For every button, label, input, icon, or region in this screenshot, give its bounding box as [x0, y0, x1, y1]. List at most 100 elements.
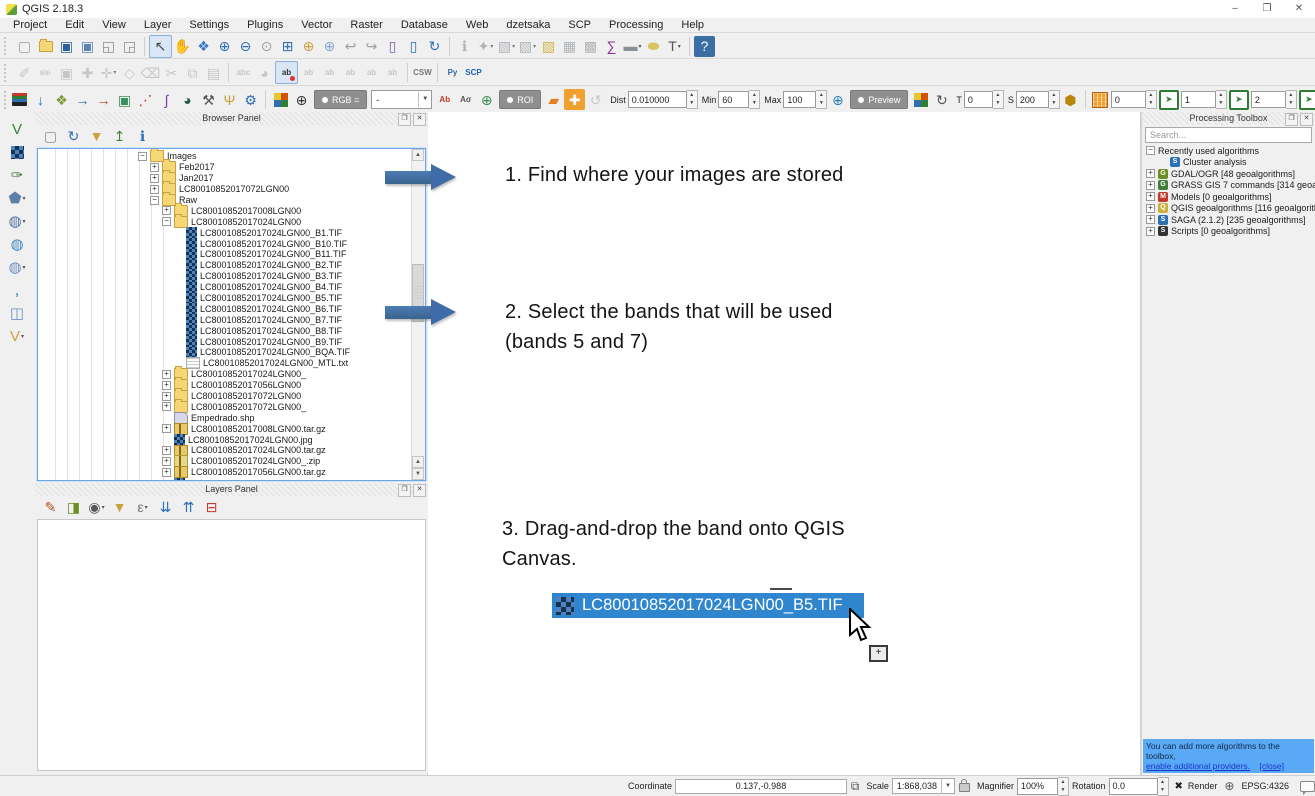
menu-settings[interactable]: Settings — [180, 19, 238, 31]
layer-styling-icon[interactable]: ✎ — [40, 497, 61, 518]
notice-close-link[interactable]: [close] — [1259, 761, 1284, 771]
collapse-expander-icon[interactable]: − — [150, 196, 159, 205]
tree-item-images[interactable]: −Images — [38, 151, 425, 162]
menu-processing[interactable]: Processing — [600, 19, 672, 31]
label-option-5-icon[interactable]: ab — [382, 62, 403, 83]
spinner-arrows[interactable]: ▲▼ — [1216, 90, 1227, 109]
layers-float-button[interactable]: ❐ — [398, 484, 411, 497]
manage-map-themes-icon[interactable]: ◨ — [63, 497, 84, 518]
dropdown-arrow-icon[interactable]: ▾ — [145, 504, 148, 511]
expand-expander-icon[interactable]: + — [162, 457, 171, 466]
spinner-arrows[interactable]: ▲▼ — [993, 90, 1004, 109]
preview-zoom-icon[interactable]: ⊕ — [827, 89, 848, 110]
tree-item-lc80010852017024lgn00[interactable]: −LC80010852017024LGN00 — [38, 216, 425, 227]
select-by-expression-icon[interactable]: ▧ — [538, 36, 559, 57]
render-checkbox[interactable]: ✖ — [1175, 781, 1183, 792]
crs-globe-icon[interactable]: ⊕ — [1224, 779, 1234, 793]
scp-classification-icon[interactable] — [270, 89, 291, 110]
tree-item-lc80010852017008lgn00-tar-gz[interactable]: +LC80010852017008LGN00.tar.gz — [38, 423, 425, 434]
new-print-composer-icon[interactable]: ◱ — [98, 36, 119, 57]
map-tips-icon[interactable]: ⬬ — [643, 36, 664, 57]
zoom-last-icon[interactable]: ↩ — [340, 36, 361, 57]
roi-add-icon[interactable]: ✚ — [564, 89, 585, 110]
collapse-expander-icon[interactable]: − — [1146, 146, 1155, 155]
preview-toggle[interactable]: Preview — [850, 90, 908, 109]
dropdown-arrow-icon[interactable]: ▾ — [23, 264, 26, 271]
add-postgis-layer-icon[interactable]: ⬟▾ — [7, 188, 28, 209]
roi-polygon-icon[interactable]: ▰ — [543, 89, 564, 110]
scroll-up-button[interactable]: ▲ — [412, 149, 424, 161]
rotation-spinner[interactable]: 0.0 ▲▼ — [1109, 777, 1169, 796]
zoom-to-layer-icon[interactable]: ⊕ — [319, 36, 340, 57]
diagram-options-icon[interactable]: ◕ — [254, 62, 275, 83]
tree-item-lc80010852017024lgn00-b4-tif[interactable]: LC80010852017024LGN00_B4.TIF — [38, 282, 425, 293]
composer-manager-icon[interactable]: ◲ — [119, 36, 140, 57]
s-field-input[interactable]: 200 — [1016, 91, 1049, 108]
tree-item-lc80010852017024lgn00-bqa-tif[interactable]: LC80010852017024LGN00_BQA.TIF — [38, 347, 425, 358]
browser-tree[interactable]: −Images+Feb2017+Jan2017+LC80010852017072… — [37, 148, 426, 481]
touch-zoom-pan-icon[interactable]: ↖ — [149, 35, 172, 58]
add-spatialite-layer-icon[interactable]: ◍▾ — [7, 211, 28, 232]
dropdown-arrow-icon[interactable]: ▾ — [21, 333, 24, 340]
save-project-as-icon[interactable]: ▣ — [77, 36, 98, 57]
menu-vector[interactable]: Vector — [292, 19, 341, 31]
scale-combo[interactable]: 1:868,038 ▼ — [892, 778, 955, 794]
extents-icon[interactable]: ⧉ — [851, 779, 860, 794]
tree-item-lc80010852017072lgn00[interactable]: +LC80010852017072LGN00 — [38, 391, 425, 402]
close-button[interactable]: ✕ — [1283, 0, 1315, 18]
open-project-icon[interactable] — [35, 36, 56, 57]
scp-band-set-icon[interactable] — [9, 89, 30, 110]
expand-expander-icon[interactable]: + — [150, 163, 159, 172]
remove-temp-icon[interactable]: ⬢ — [1060, 89, 1081, 110]
filter-by-expression-icon[interactable]: ε▾ — [132, 497, 153, 518]
tree-item-jan2017[interactable]: +Jan2017 — [38, 173, 425, 184]
scp-save-image-icon[interactable]: ▣ — [114, 89, 135, 110]
expand-expander-icon[interactable]: + — [162, 424, 171, 433]
t-field[interactable]: 0▲▼ — [964, 90, 1004, 109]
tree-item-saga-2-1-2-235-geoalgorithms-[interactable]: +SSAGA (2.1.2) [235 geoalgorithms] — [1142, 214, 1315, 226]
magnifier-arrows[interactable]: ▲▼ — [1058, 777, 1069, 796]
show-statistics-icon[interactable]: ∑ — [601, 36, 622, 57]
filter-legend-icon[interactable]: ◉▾ — [86, 497, 107, 518]
spinner-arrows[interactable]: ▲▼ — [816, 90, 827, 109]
expand-expander-icon[interactable]: + — [1146, 227, 1155, 236]
band-grid-icon[interactable] — [1090, 89, 1111, 110]
add-delimited-text-layer-icon[interactable]: ✑ — [7, 165, 28, 186]
spinner-arrows[interactable]: ▲▼ — [749, 90, 760, 109]
scale-lock-icon[interactable] — [959, 783, 970, 792]
save-project-icon[interactable]: ▣ — [56, 36, 77, 57]
browser-add-layers-icon[interactable]: ▢ — [40, 126, 61, 147]
tree-item-empedrado-shp[interactable]: Empedrado.shp — [38, 412, 425, 423]
add-raster-layer-icon[interactable] — [7, 142, 28, 163]
scp-download-images-icon[interactable]: ↓ — [30, 89, 51, 110]
rgb-toggle[interactable]: RGB = — [314, 90, 367, 109]
tree-item-lc80010852017056lgn00[interactable]: +LC80010852017056LGN00 — [38, 380, 425, 391]
preview-redo-icon[interactable]: ↻ — [931, 89, 952, 110]
help-icon[interactable]: ? — [694, 36, 715, 57]
scp-band-tree-icon[interactable]: Ψ — [219, 89, 240, 110]
zoom-native-icon[interactable]: ⊙ — [256, 36, 277, 57]
spinner-arrows[interactable]: ▲▼ — [1286, 90, 1297, 109]
dropdown-arrow-icon[interactable]: ▾ — [638, 43, 641, 50]
s-field[interactable]: 200▲▼ — [1016, 90, 1060, 109]
label-option-2-icon[interactable]: ab — [319, 62, 340, 83]
run-feature-action-icon[interactable]: ✦▾ — [475, 36, 496, 57]
rgb-combo[interactable]: -▼ — [371, 90, 432, 109]
tree-item-scripts-0-geoalgorithms-[interactable]: +SScripts [0 geoalgorithms] — [1142, 226, 1315, 238]
menu-database[interactable]: Database — [392, 19, 457, 31]
cut-features-icon[interactable]: ✂ — [161, 62, 182, 83]
add-wms-layer-icon[interactable]: ◍ — [7, 234, 28, 255]
tree-item-lc80010852017024lgn00-mtl-txt[interactable]: LC80010852017024LGN00_MTL.txt — [38, 358, 425, 369]
scroll-down-button[interactable]: ▼ — [412, 468, 424, 480]
scp-export-icon[interactable]: → — [93, 89, 114, 110]
dropdown-arrow-icon[interactable]: ▾ — [678, 43, 681, 50]
run0-button[interactable]: ➤ — [1159, 90, 1179, 110]
menu-project[interactable]: Project — [4, 19, 56, 31]
dist-field-input[interactable]: 0.010000 — [628, 91, 687, 108]
layer-labeling-icon[interactable]: ab — [275, 61, 298, 84]
expand-expander-icon[interactable]: + — [162, 468, 171, 477]
dropdown-arrow-icon[interactable]: ▾ — [512, 43, 515, 50]
tree-item[interactable] — [38, 478, 425, 481]
tree-item-lc80010852017024lgn00-b3-tif[interactable]: LC80010852017024LGN00_B3.TIF — [38, 271, 425, 282]
band0-field[interactable]: 0▲▼ — [1111, 90, 1157, 109]
